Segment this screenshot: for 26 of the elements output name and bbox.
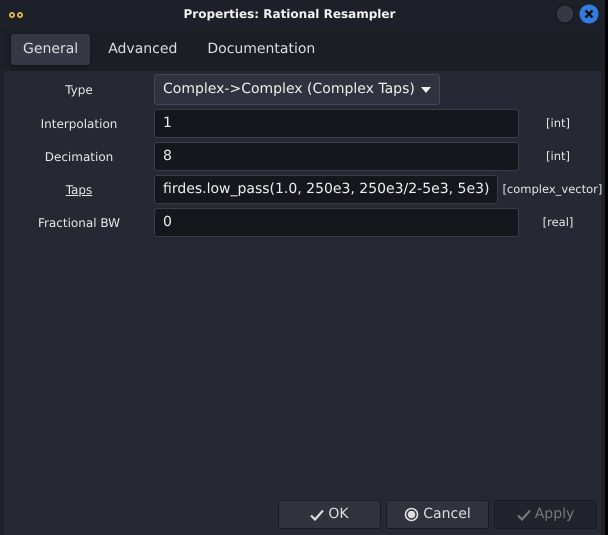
field-label: Type	[64, 82, 94, 98]
input-field[interactable]: 8	[154, 142, 519, 171]
input-field[interactable]: firdes.low_pass(1.0, 250e3, 250e3/2-5e3, 5e3)	[154, 175, 498, 204]
check-icon	[516, 508, 531, 520]
app-logo-icon	[8, 9, 24, 19]
type-dropdown[interactable]: Complex->Complex (Complex Taps)	[154, 74, 440, 105]
type-hint: [int]	[545, 114, 571, 132]
type-hint: [complex_vector]	[501, 180, 602, 198]
field-label: Fractional BW	[36, 214, 122, 232]
confirm-button[interactable]: OK	[278, 500, 381, 529]
cancel-button[interactable]: Cancel	[386, 500, 489, 529]
tab[interactable]: General	[11, 34, 90, 65]
tab[interactable]: Documentation	[195, 34, 328, 65]
window-title: Properties: Rational Resampler	[182, 6, 396, 23]
ring-icon	[404, 507, 420, 522]
field-label: Interpolation	[40, 116, 118, 132]
type-hint: [real]	[542, 214, 574, 231]
type-hint: [int]	[545, 148, 571, 165]
close-icon[interactable]	[579, 4, 599, 24]
check-icon	[310, 508, 324, 520]
caret-icon	[420, 86, 431, 92]
field-label: Taps	[64, 182, 94, 198]
input-field[interactable]: 1	[154, 109, 519, 138]
tab[interactable]: Advanced	[96, 34, 190, 65]
input-field[interactable]: 0	[154, 208, 519, 237]
field-label: Decimation	[44, 148, 114, 166]
